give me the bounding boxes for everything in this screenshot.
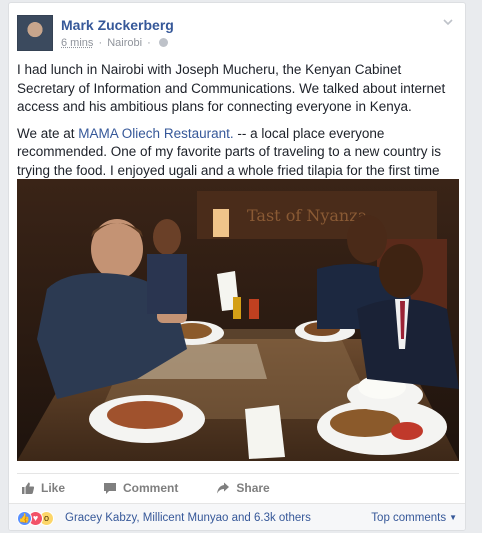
action-bar: Like Comment Share <box>17 473 459 501</box>
share-icon <box>217 482 230 493</box>
place-link[interactable]: MAMA Oliech Restaurant. <box>78 126 233 141</box>
reactions-bar: 👍 ♥ o Gracey Kabzy, Millicent Munyao and… <box>9 503 465 530</box>
comment-icon <box>104 482 117 494</box>
like-button[interactable]: Like <box>21 481 65 495</box>
top-comments-dropdown[interactable]: Top comments ▼ <box>371 512 457 524</box>
restaurant-sign-text: Tast of Nyanza <box>247 206 368 225</box>
comment-button[interactable]: Comment <box>103 481 178 495</box>
like-label: Like <box>41 480 66 495</box>
like-icon: 👍 <box>17 511 32 526</box>
comment-label: Comment <box>123 480 179 495</box>
post-meta: 6 mins · Nairobi · <box>61 37 168 49</box>
share-button[interactable]: Share <box>216 480 270 495</box>
restaurant-photo-illustration: Tast of Nyanza <box>17 179 459 461</box>
post-time[interactable]: 6 mins <box>61 37 93 49</box>
thumbs-up-icon <box>22 482 35 494</box>
meta-separator: · <box>98 37 103 49</box>
post-location[interactable]: Nairobi <box>107 37 142 49</box>
author-name[interactable]: Mark Zuckerberg <box>61 17 174 33</box>
post-card: Mark Zuckerberg 6 mins · Nairobi · I had… <box>8 2 466 531</box>
avatar[interactable] <box>17 15 53 51</box>
chevron-down-icon[interactable] <box>441 15 455 29</box>
paragraph-prefix: We ate at <box>17 125 79 141</box>
meta-separator: · <box>147 37 151 49</box>
post-header: Mark Zuckerberg 6 mins · Nairobi · <box>17 13 457 57</box>
likers-summary[interactable]: Gracey Kabzy, Millicent Munyao and 6.3k … <box>65 512 311 524</box>
share-label: Share <box>236 480 270 495</box>
top-comments-label: Top comments <box>371 512 447 524</box>
globe-icon <box>158 38 168 47</box>
reaction-icons[interactable]: 👍 ♥ o <box>17 511 65 527</box>
post-paragraph-1: I had lunch in Nairobi with Joseph Muche… <box>17 62 446 114</box>
post-photo[interactable]: Tast of Nyanza <box>17 179 459 461</box>
caret-down-icon: ▼ <box>449 513 457 522</box>
